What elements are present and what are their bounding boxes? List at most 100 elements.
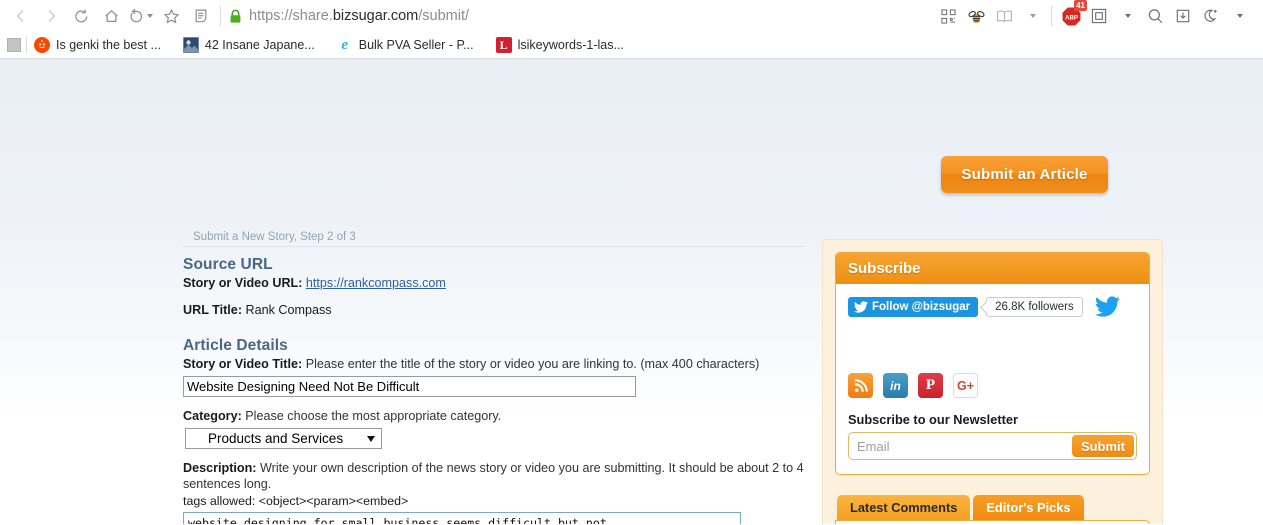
category-row: Category: Please choose the most appropr…	[183, 408, 808, 424]
adblock-plus-icon[interactable]: ABP 41	[1057, 0, 1087, 31]
reading-list-icon[interactable]	[186, 1, 216, 31]
source-url-heading: Source URL	[183, 256, 273, 273]
favorite-label: Is genki the best ...	[56, 38, 161, 52]
chevron-down-icon[interactable]	[1225, 1, 1253, 31]
description-row: Description: Write your own description …	[183, 460, 808, 492]
chevron-down-icon	[367, 435, 375, 442]
description-label: Description:	[183, 461, 257, 475]
latest-comments-panel: "Sian: As a freelancer, I am interested …	[835, 520, 1150, 524]
story-title-input[interactable]	[183, 376, 636, 397]
downloads-icon[interactable]	[1169, 1, 1197, 31]
favorites-dock-icon[interactable]	[7, 38, 21, 52]
right-sidebar: Subscribe Follow @bizsugar 26.8K followe…	[822, 239, 1163, 524]
tab-latest-comments[interactable]: Latest Comments	[837, 495, 971, 520]
twitter-bird-icon	[854, 300, 868, 313]
story-url-label: Story or Video URL:	[183, 276, 303, 290]
submit-article-button[interactable]: Submit an Article	[941, 156, 1108, 193]
newsletter-submit-button[interactable]: Submit	[1071, 435, 1134, 457]
linkedin-glyph: in	[890, 378, 901, 393]
url-title-value: Rank Compass	[245, 303, 332, 317]
lock-icon	[229, 9, 242, 24]
toolbar-divider	[1051, 6, 1052, 26]
category-dropdown[interactable]: Products and Services	[185, 428, 382, 449]
story-title-row: Story or Video Title: Please enter the t…	[183, 356, 808, 372]
back-arrow-icon[interactable]	[6, 1, 36, 31]
newsletter-form: Submit	[848, 432, 1137, 460]
address-bar[interactable]: https://share. bizsugar.com/submit/	[229, 1, 934, 31]
twitter-follow-button[interactable]: Follow @bizsugar	[848, 296, 979, 317]
tags-allowed-note: tags allowed: <object><param><embed>	[183, 494, 409, 508]
url-title-label: URL Title:	[183, 303, 243, 317]
submit-story-form: Submit a New Story, Step 2 of 3 Source U…	[183, 231, 808, 524]
favorite-item-2[interactable]: e Bulk PVA Seller - P...	[337, 36, 474, 53]
subscribe-heading: Subscribe	[836, 253, 1149, 284]
step-divider	[183, 246, 805, 247]
newsletter-email-input[interactable]	[849, 434, 1072, 458]
chevron-down-icon[interactable]	[147, 14, 153, 18]
favorite-item-1[interactable]: 42 Insane Japane...	[182, 37, 315, 53]
newsletter-heading: Subscribe to our Newsletter	[848, 412, 1018, 427]
book-icon[interactable]	[990, 1, 1018, 31]
twitter-bird-large-icon[interactable]	[1094, 296, 1120, 317]
subscribe-body: Follow @bizsugar 26.8K followers in P G+…	[836, 284, 1149, 474]
favorite-label: lsikeywords-1-las...	[517, 38, 624, 52]
tab-editors-picks[interactable]: Editor's Picks	[973, 495, 1084, 520]
favorite-label: 42 Insane Japane...	[204, 38, 315, 52]
googleplus-glyph: G+	[956, 378, 975, 393]
reload-icon[interactable]	[66, 1, 96, 31]
twitter-follow-row: Follow @bizsugar 26.8K followers	[848, 296, 1137, 317]
url-prefix: https://share.	[249, 8, 333, 24]
reader-view-icon[interactable]	[1085, 1, 1113, 31]
article-details-heading: Article Details	[183, 337, 288, 354]
star-icon[interactable]	[156, 1, 186, 31]
forward-arrow-icon[interactable]	[36, 1, 66, 31]
twitter-followers-count[interactable]: 26.8K followers	[986, 296, 1083, 317]
pinterest-icon[interactable]: P	[918, 373, 943, 398]
favorite-label: Bulk PVA Seller - P...	[358, 38, 474, 52]
browser-toolbar: https://share. bizsugar.com/submit/ ABP …	[0, 0, 1263, 32]
story-url-link[interactable]: https://rankcompass.com	[306, 276, 446, 290]
photo-icon	[182, 37, 199, 53]
story-title-label: Story or Video Title:	[183, 357, 303, 371]
favorite-item-3[interactable]: L lsikeywords-1-las...	[495, 37, 624, 53]
favorite-item-0[interactable]: Is genki the best ...	[34, 37, 161, 53]
description-text: website designing for small business see…	[188, 516, 607, 524]
chevron-down-icon[interactable]	[1018, 1, 1046, 31]
description-textarea[interactable]: website designing for small business see…	[183, 512, 741, 524]
googleplus-icon[interactable]: G+	[953, 373, 978, 398]
linkedin-icon[interactable]: in	[883, 373, 908, 398]
category-selected-value: Products and Services	[208, 431, 344, 446]
favorites-divider	[26, 37, 27, 53]
url-title-row: URL Title: Rank Compass	[183, 302, 808, 318]
subscribe-widget: Subscribe Follow @bizsugar 26.8K followe…	[835, 252, 1150, 475]
internet-explorer-icon: e	[341, 36, 349, 53]
description-hint: Write your own description of the news s…	[183, 461, 804, 491]
reddit-icon	[34, 37, 50, 53]
twitter-followers-label: 26.8K followers	[995, 300, 1074, 313]
category-label: Category:	[183, 409, 242, 423]
honey-bee-icon[interactable]	[962, 1, 990, 31]
url-domain: bizsugar.com	[332, 8, 419, 24]
home-icon[interactable]	[96, 1, 126, 31]
qr-code-icon[interactable]	[934, 1, 962, 31]
url-path: /submit/	[418, 8, 470, 24]
story-title-hint: Please enter the title of the story or v…	[305, 357, 760, 371]
step-indicator: Submit a New Story, Step 2 of 3	[193, 231, 356, 243]
sidebar-tabs: Latest Comments Editor's Picks	[835, 495, 1150, 520]
page-content: Submit an Article Submit a New Story, St…	[0, 59, 1263, 524]
history-icon[interactable]	[126, 1, 156, 31]
toolbar-divider	[220, 6, 221, 26]
twitter-follow-label: Follow @bizsugar	[872, 300, 971, 313]
svg-text:ABP: ABP	[1065, 14, 1078, 21]
story-url-row: Story or Video URL: https://rankcompass.…	[183, 275, 808, 291]
pinterest-glyph: P	[925, 377, 936, 393]
social-links-row: in P G+	[848, 373, 1137, 398]
night-mode-icon[interactable]	[1197, 1, 1225, 31]
zoom-search-icon[interactable]	[1141, 1, 1169, 31]
browser-extensions-toolbar: ABP 41	[934, 0, 1257, 31]
red-l-icon: L	[495, 37, 512, 53]
favorites-bar: Is genki the best ... 42 Insane Japane..…	[0, 32, 1263, 59]
browser-chrome: https://share. bizsugar.com/submit/ ABP …	[0, 0, 1263, 59]
rss-icon[interactable]	[848, 373, 873, 398]
chevron-down-icon[interactable]	[1113, 1, 1141, 31]
